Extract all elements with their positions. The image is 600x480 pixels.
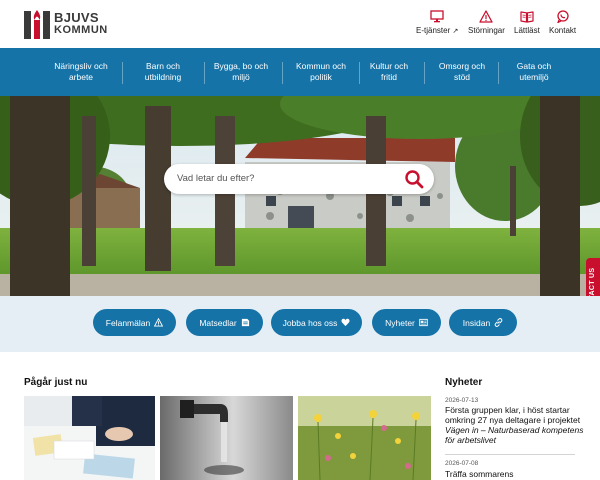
news-text: Första gruppen klar, i höst startar omkr… — [445, 405, 581, 425]
nav-label: politik — [310, 72, 332, 82]
nav-label: Näringsliv och — [54, 61, 108, 71]
nav-item-omsorg[interactable]: Omsorg och stöd — [424, 48, 500, 96]
section-title-pagar: Pågår just nu — [24, 377, 88, 388]
search-bar[interactable]: Vad letar du efter? — [164, 164, 434, 194]
pill-label: Felanmälan — [105, 317, 151, 328]
search-icon[interactable] — [404, 169, 424, 189]
chat-icon — [556, 10, 569, 23]
nav-label: Gata och — [516, 61, 552, 71]
nav-item-bygga[interactable]: Bygga, bo och miljö — [200, 48, 282, 96]
jobba-hos-oss-button[interactable]: Jobba hos oss — [271, 309, 362, 336]
site-header: BJUVS KOMMUN E-tjänster ↗ Störningar Lät… — [0, 0, 600, 48]
nav-item-kultur[interactable]: Kultur och fritid — [352, 48, 426, 96]
news-date: 2026-07-08 — [445, 460, 479, 467]
nav-item-gata[interactable]: Gata och utemiljö — [496, 48, 572, 96]
nav-label: Bygga, bo och — [213, 61, 269, 71]
section-title-nyheter: Nyheter — [445, 377, 483, 388]
faucet-photo-illustration — [160, 396, 293, 480]
util-label: Kontakt — [549, 26, 577, 35]
util-lattlast[interactable]: Lättläst — [514, 10, 540, 35]
hero-image: Vad letar du efter? — [0, 96, 600, 296]
util-e-tjanster[interactable]: E-tjänster ↗ — [416, 10, 458, 35]
monitor-icon — [430, 10, 444, 23]
main-navigation: Näringsliv och arbete Barn och utbildning … — [0, 48, 600, 96]
util-label: Lättläst — [514, 26, 540, 35]
news-divider — [445, 454, 575, 455]
util-label: E-tjänster ↗ — [416, 26, 459, 35]
nav-label: utemiljö — [519, 72, 549, 82]
nav-label: fritid — [380, 72, 398, 82]
logo-text: BJUVS KOMMUN — [54, 11, 108, 37]
insidan-button[interactable]: Insidan — [449, 309, 517, 336]
news-item-link[interactable]: Träffa sommarens — [445, 469, 585, 479]
nav-label: Kultur och — [369, 61, 409, 71]
util-storningar[interactable]: Störningar — [468, 10, 505, 35]
nav-label: Barn och — [145, 61, 180, 71]
nav-item-barn[interactable]: Barn och utbildning — [122, 48, 204, 96]
external-link-icon: ↗ — [452, 28, 459, 35]
news-item-link[interactable]: Första gruppen klar, i höst startar omkr… — [445, 405, 585, 445]
heart-icon — [341, 318, 350, 327]
nav-label: Kommun och — [295, 61, 347, 71]
pill-label: Matsedlar — [199, 317, 237, 328]
event-card-image[interactable] — [24, 396, 155, 480]
search-input[interactable]: Vad letar du efter? — [177, 173, 254, 184]
nav-label: miljö — [232, 72, 250, 82]
logo-line1: BJUVS — [54, 10, 99, 25]
nav-label: Omsorg och — [438, 61, 486, 71]
nav-label: arbete — [68, 72, 94, 82]
nav-item-kommun[interactable]: Kommun och politik — [280, 48, 362, 96]
util-label: Störningar — [468, 26, 505, 35]
event-card-image[interactable] — [160, 396, 293, 480]
logo-emblem-icon — [24, 8, 50, 40]
nyheter-button[interactable]: Nyheter — [372, 309, 441, 336]
felanmalan-button[interactable]: Felanmälan — [93, 309, 176, 336]
news-icon — [419, 318, 428, 327]
warning-icon — [479, 10, 494, 23]
book-icon — [520, 11, 534, 23]
event-card-image[interactable] — [298, 396, 431, 480]
pill-label: Nyheter — [385, 317, 415, 328]
news-text: Träffa sommarens — [445, 469, 514, 479]
nav-label: utbildning — [144, 72, 182, 82]
bjuvs-kommun-logo[interactable]: BJUVS KOMMUN — [24, 8, 108, 40]
pill-label: Insidan — [462, 317, 491, 328]
warning-icon — [154, 318, 164, 327]
news-project-name: Vägen in – Naturbaserad kompetens för ar… — [445, 425, 584, 445]
hero-landscape-illustration — [0, 96, 600, 296]
news-date: 2026-07-13 — [445, 397, 479, 404]
quick-links: Felanmälan Matsedlar Jobba hos oss Nyhet… — [0, 296, 600, 352]
link-icon — [494, 318, 503, 327]
matsedlar-button[interactable]: Matsedlar — [186, 309, 263, 336]
logo-line2: KOMMUN — [54, 24, 108, 36]
nav-label: stöd — [453, 72, 471, 82]
util-kontakt[interactable]: Kontakt — [549, 10, 576, 35]
nav-item-naringsliv[interactable]: Näringsliv och arbete — [40, 48, 122, 96]
flowers-photo-illustration — [298, 396, 431, 480]
menu-icon — [241, 318, 249, 327]
pill-label: Jobba hos oss — [282, 317, 338, 328]
meeting-photo-illustration — [24, 396, 155, 480]
